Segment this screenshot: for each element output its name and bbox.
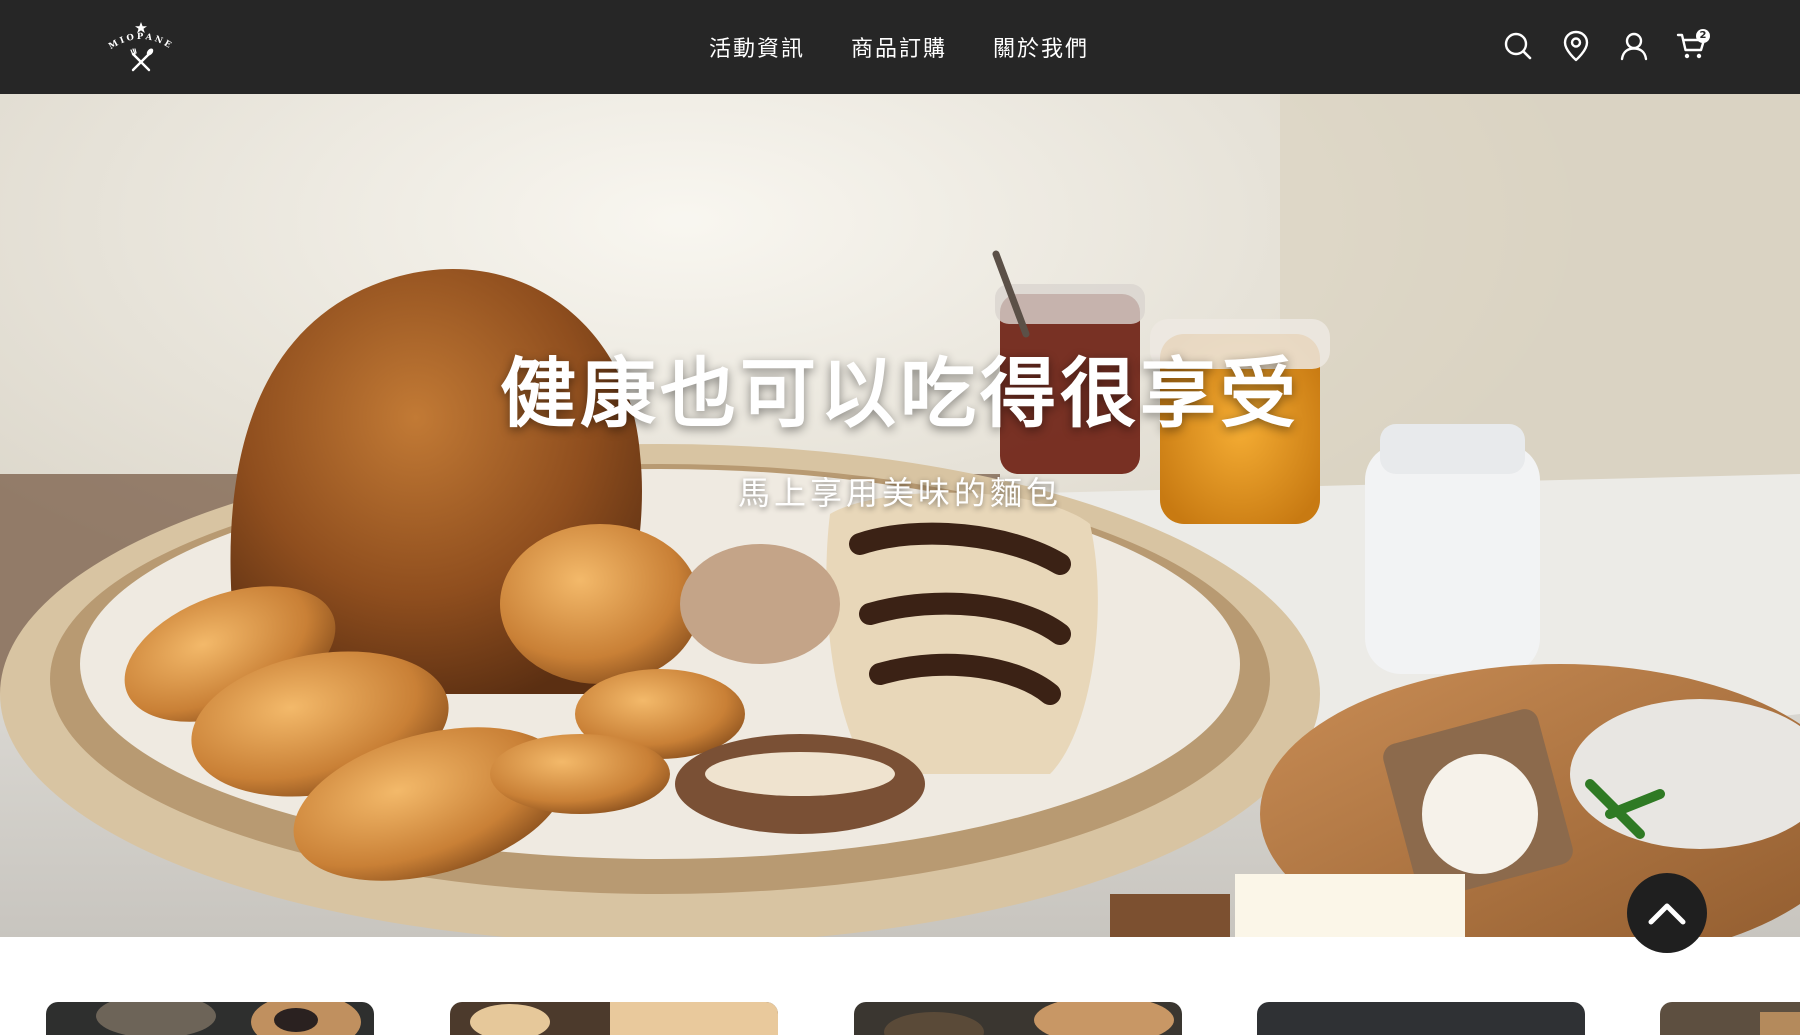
header-icon-group: 2 [1502,28,1710,64]
nav-item-events[interactable]: 活動資訊 [709,31,805,63]
product-card[interactable] [1257,1002,1585,1035]
product-card[interactable] [1660,1002,1800,1035]
chevron-up-icon [1648,903,1686,925]
brand-logo[interactable]: MIOPANE [104,20,178,74]
scroll-to-top-button[interactable] [1627,873,1707,953]
search-icon[interactable] [1502,28,1534,64]
cart-count-badge: 2 [1696,29,1710,43]
product-card[interactable] [854,1002,1182,1035]
svg-text:MIOPANE: MIOPANE [107,32,175,52]
nav-item-shop[interactable]: 商品訂購 [851,31,947,63]
hero-title: 健康也可以吃得很享受 [500,349,1300,438]
logo-star-icon [135,22,147,33]
hero-banner: 健康也可以吃得很享受 馬上享用美味的麵包 [0,94,1800,937]
hero-background-image [0,94,1800,937]
hero-subtitle: 馬上享用美味的麵包 [737,474,1062,512]
user-icon[interactable] [1618,28,1650,64]
product-carousel [0,1002,1800,1035]
product-card[interactable] [46,1002,374,1035]
site-header: MIOPANE 活動資訊 商品訂購 關於我們 2 [0,0,1800,94]
cart-icon[interactable]: 2 [1676,28,1710,64]
nav-item-about[interactable]: 關於我們 [993,31,1089,63]
location-pin-icon[interactable] [1560,28,1592,64]
product-card[interactable] [450,1002,778,1035]
